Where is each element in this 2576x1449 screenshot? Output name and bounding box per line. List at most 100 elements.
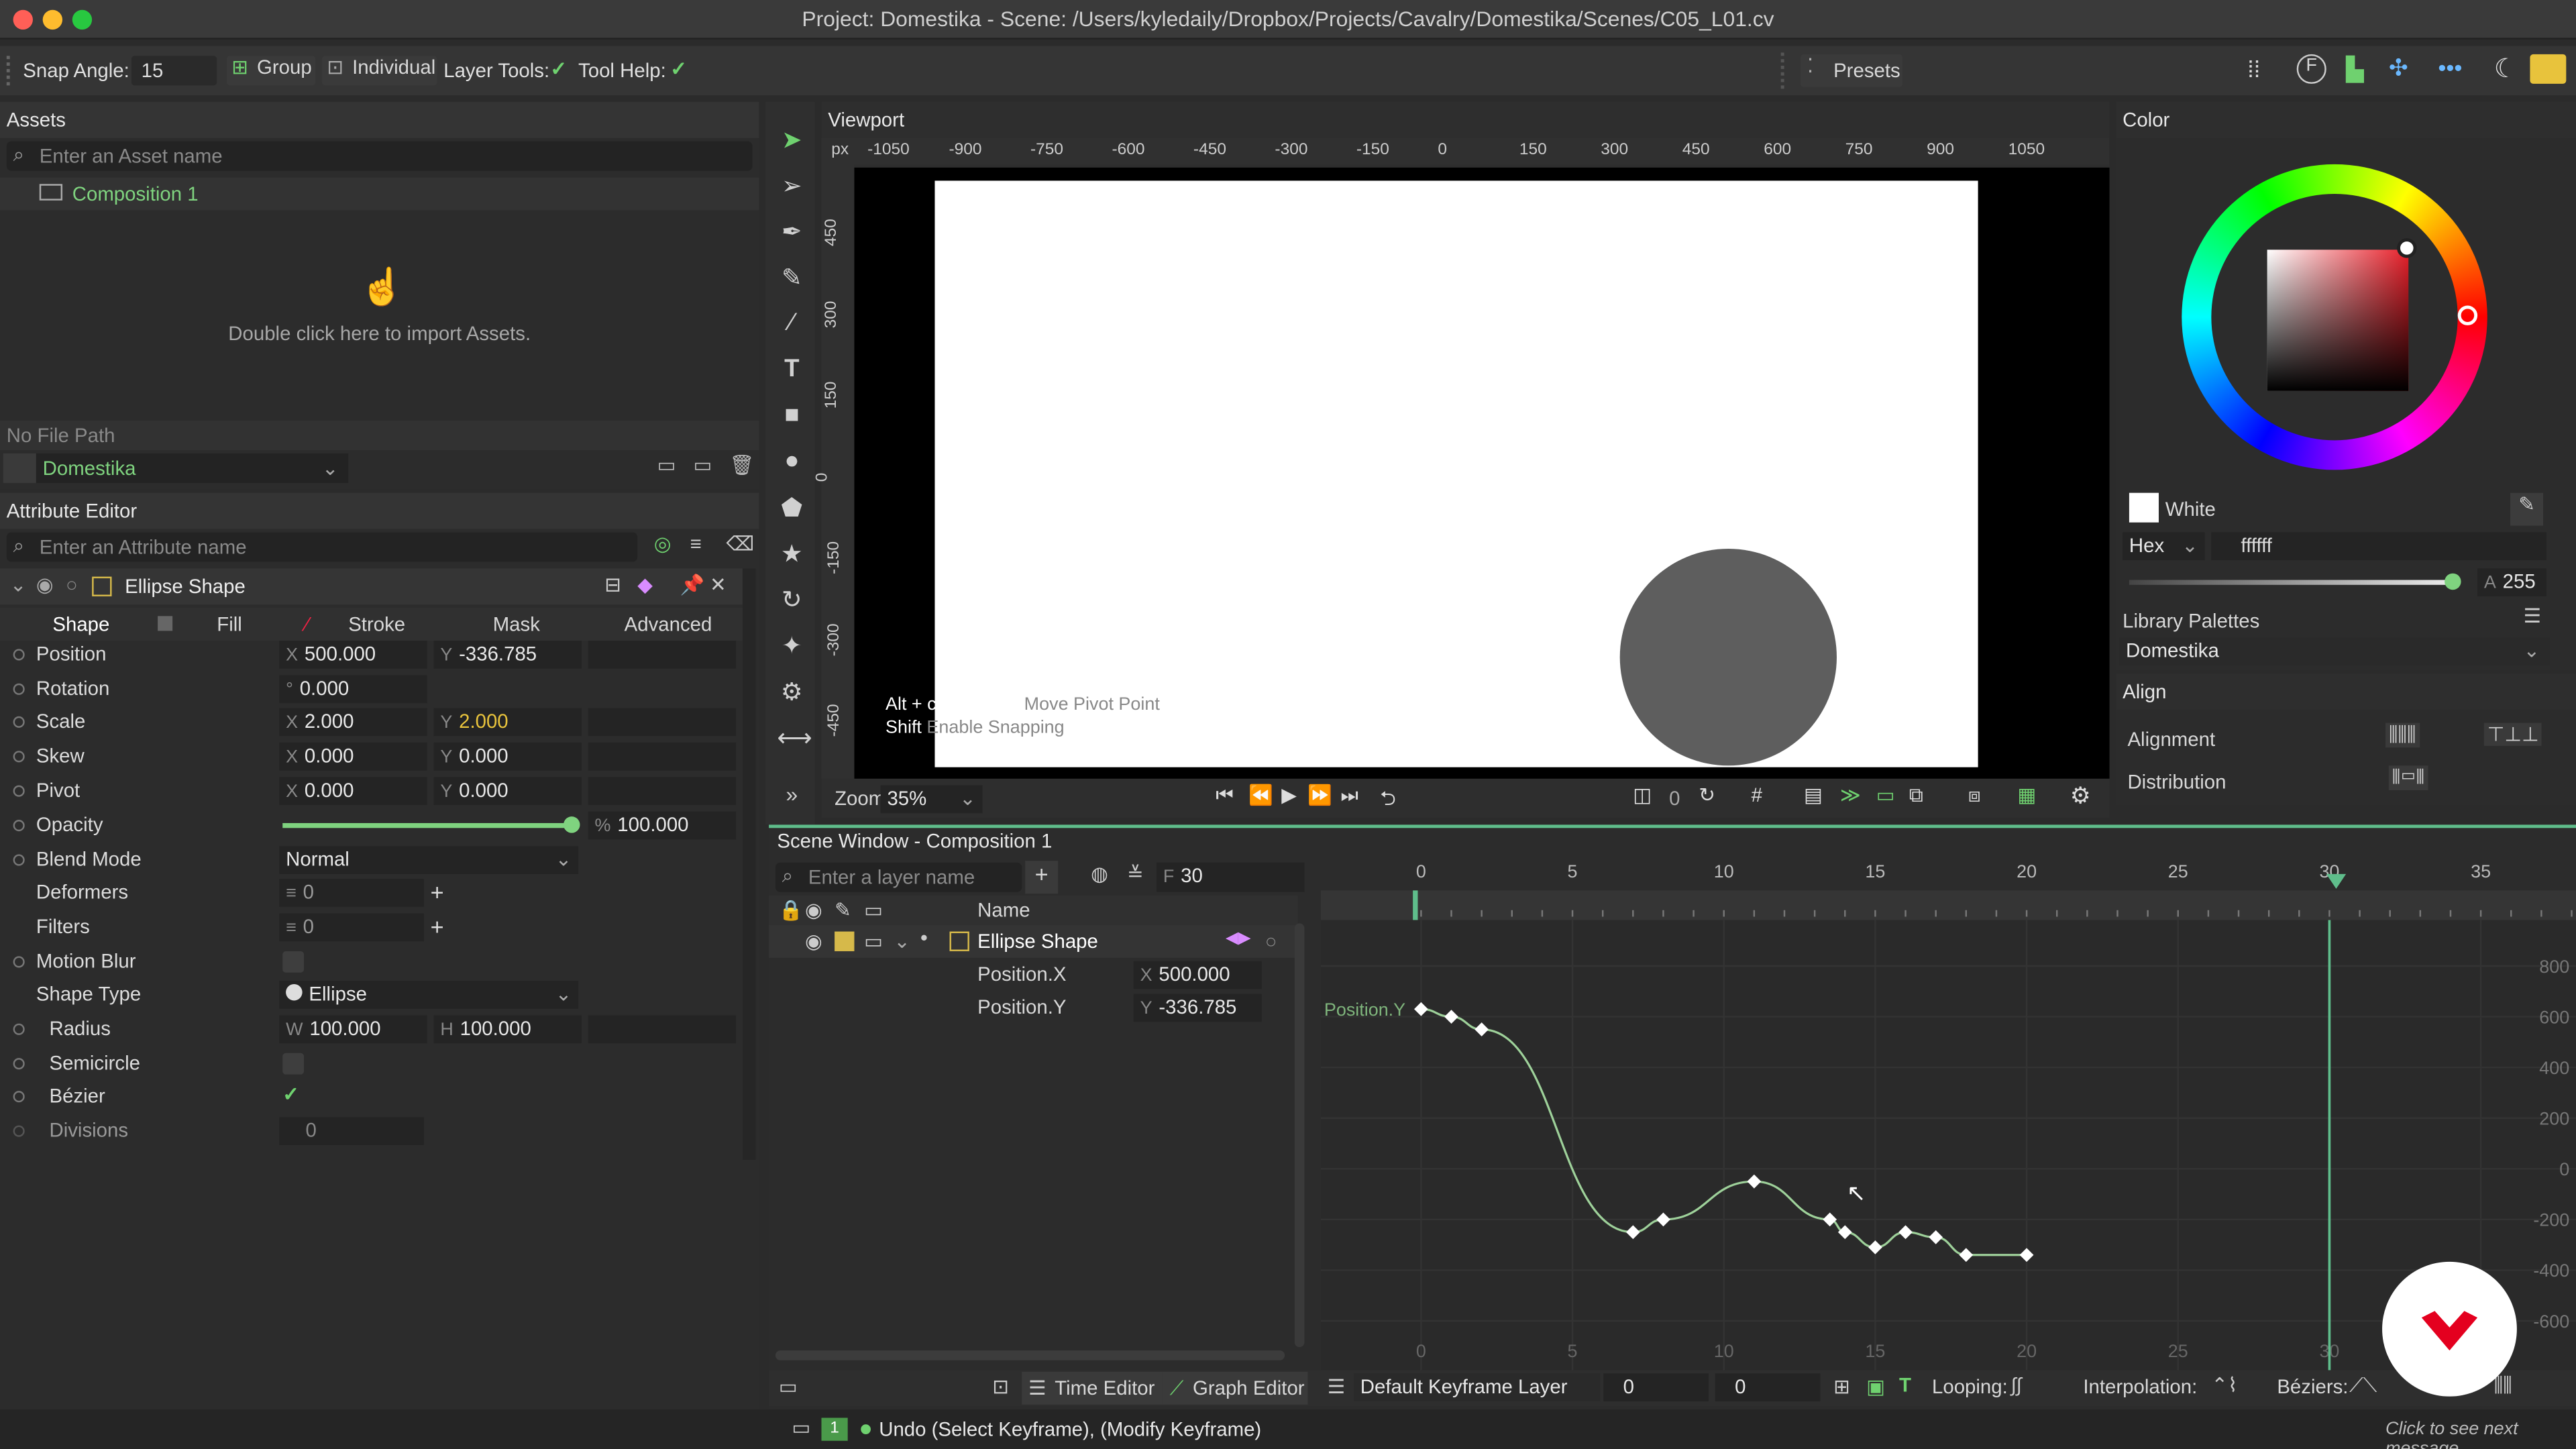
hex-input[interactable]: ffffff: [2211, 532, 2546, 561]
hue-handle[interactable]: [2457, 305, 2478, 325]
position-y-field[interactable]: Y -336.785: [1133, 994, 1262, 1022]
pen-icon[interactable]: ✎: [835, 899, 851, 922]
playhead-handle[interactable]: [2326, 873, 2347, 889]
deformers-field[interactable]: ≡ 0: [279, 879, 424, 907]
pivot-x-field[interactable]: X 0.000: [279, 777, 427, 806]
skew-y-field[interactable]: Y 0.000: [433, 742, 582, 771]
tab-fill[interactable]: Fill: [217, 612, 242, 635]
bezier-checkbox[interactable]: ✓: [282, 1083, 299, 1106]
animate-dot[interactable]: [13, 751, 25, 763]
alpha-slider-handle[interactable]: [2445, 573, 2461, 590]
folder-icon[interactable]: [3, 453, 36, 484]
next-message-link[interactable]: Click to see next message: [2385, 1419, 2576, 1449]
animate-dot[interactable]: [13, 1125, 25, 1137]
star-tool-icon[interactable]: ★: [777, 539, 806, 569]
eye-icon[interactable]: ◉: [805, 899, 822, 922]
filter-icon[interactable]: ◍: [1091, 863, 1108, 885]
refresh-icon[interactable]: ↻: [1699, 784, 1715, 806]
loop-icon[interactable]: ⮌: [1380, 784, 1396, 818]
layer-tools-checkbox[interactable]: ✓: [550, 58, 567, 80]
options-icon[interactable]: ⊟: [604, 574, 621, 596]
skew-x-field[interactable]: X 0.000: [279, 742, 427, 771]
play-icon[interactable]: ▶: [1281, 784, 1297, 806]
select-tool-icon[interactable]: ➤: [777, 125, 806, 155]
grid-dots-icon[interactable]: ⁞⁞: [2247, 56, 2260, 82]
checker-icon[interactable]: ▦: [2017, 784, 2036, 806]
guides-icon[interactable]: ▤: [1804, 784, 1823, 806]
layer-row-position-y[interactable]: Position.Y Y -336.785: [769, 991, 1298, 1024]
tab-stroke[interactable]: Stroke: [348, 612, 405, 635]
animate-dot[interactable]: [13, 1058, 25, 1070]
animate-dot[interactable]: [13, 1023, 25, 1035]
layer-row-ellipse[interactable]: ◉ ▭ ⌄ ● Ellipse Shape ◀▶ ○: [769, 924, 1298, 958]
text-keys-icon[interactable]: T: [1899, 1373, 1911, 1396]
keyframe-layer-icon[interactable]: ☰: [1328, 1375, 1345, 1398]
bounds-icon[interactable]: ⧈: [1968, 784, 1981, 808]
loop-curve-icon[interactable]: ∫∫: [2011, 1373, 2022, 1396]
align-left-icon[interactable]: ▙: [2346, 56, 2363, 84]
lock-keys-icon[interactable]: ▣: [1866, 1375, 1885, 1398]
onion-skin-icon[interactable]: ≫: [1840, 784, 1861, 806]
eyedropper-icon[interactable]: ✎: [2510, 492, 2544, 526]
library-select[interactable]: Domestika ⌄: [2119, 637, 2550, 665]
distribute-icon[interactable]: ✣: [2389, 54, 2408, 83]
interpolation-icon[interactable]: ⌃⌇: [2211, 1373, 2237, 1396]
align-horizontal-icon[interactable]: ⫼⫼⫼: [2385, 722, 2420, 748]
project-select[interactable]: Domestika ⌄: [36, 453, 349, 484]
attribute-search-input[interactable]: Enter an Attribute name: [6, 532, 638, 562]
new-composition-icon[interactable]: ▭: [693, 453, 712, 476]
chevron-down-icon[interactable]: ⌄: [894, 930, 910, 953]
tab-shape[interactable]: Shape: [52, 612, 109, 635]
eye-icon[interactable]: ◉: [36, 574, 54, 596]
solo-icon[interactable]: ○: [66, 574, 78, 596]
pivot-y-field[interactable]: Y 0.000: [433, 777, 582, 806]
keyframe-value-field[interactable]: 0: [1715, 1373, 1821, 1401]
time-editor-tab[interactable]: ☰ Time Editor: [1022, 1371, 1163, 1405]
solo-icon[interactable]: ○: [1265, 930, 1277, 953]
line-tool-icon[interactable]: ⁄: [777, 309, 806, 338]
polygon-tool-icon[interactable]: ⬟: [777, 493, 806, 523]
magnet-icon[interactable]: ⊞: [1833, 1375, 1850, 1398]
individual-button[interactable]: ⊡ Individual: [322, 56, 437, 86]
gear-tool-icon[interactable]: ⚙: [777, 677, 806, 706]
moon-icon[interactable]: ☾: [2494, 52, 2518, 85]
semicircle-checkbox[interactable]: [282, 1053, 305, 1075]
text-tool-icon[interactable]: T: [777, 355, 806, 384]
settings-gear-icon[interactable]: ⚙: [2070, 782, 2091, 810]
palette-menu-icon[interactable]: ☰: [2524, 604, 2541, 627]
sparkle-tool-icon[interactable]: ✦: [777, 631, 806, 661]
sort-icon[interactable]: ≚: [1127, 863, 1144, 885]
align-vertical-icon[interactable]: ⊤⊥⊥: [2483, 722, 2542, 746]
animate-dot[interactable]: [13, 716, 25, 728]
pin-icon[interactable]: 📌: [680, 574, 705, 596]
animate-dot[interactable]: [13, 854, 25, 866]
asset-search-input[interactable]: Enter an Asset name: [6, 141, 753, 171]
alpha-slider[interactable]: [2129, 580, 2455, 585]
grid-icon[interactable]: #: [1752, 784, 1762, 806]
radius-h-field[interactable]: H 100.000: [433, 1015, 582, 1044]
opacity-slider-handle[interactable]: [564, 816, 580, 833]
tag-icon[interactable]: ▭: [864, 930, 883, 953]
position-x-field[interactable]: X 500.000: [1133, 961, 1262, 989]
step-back-icon[interactable]: ⏪: [1248, 784, 1273, 806]
add-attribute-icon[interactable]: ≡: [690, 532, 702, 555]
keyframe-time-field[interactable]: 0: [1603, 1373, 1709, 1401]
lock-icon[interactable]: 🔒: [779, 899, 804, 922]
tab-advanced[interactable]: Advanced: [625, 612, 712, 635]
divisions-field[interactable]: 0: [279, 1117, 424, 1145]
alpha-input[interactable]: A 255: [2477, 568, 2546, 596]
collapse-icon[interactable]: ⌄: [10, 574, 27, 596]
animate-dot[interactable]: [13, 683, 25, 695]
ellipse-tool-icon[interactable]: ●: [777, 447, 806, 476]
animate-dot[interactable]: [13, 785, 25, 797]
rectangle-tool-icon[interactable]: ■: [777, 401, 806, 431]
resize-tool-icon[interactable]: ⟷: [777, 723, 812, 753]
layer-color-swatch[interactable]: [835, 931, 855, 951]
animate-dot[interactable]: [13, 820, 25, 832]
shape-type-select[interactable]: Ellipse ⌄: [279, 981, 579, 1009]
expand-tools-icon[interactable]: »: [777, 782, 806, 812]
tag-icon[interactable]: ▭: [779, 1375, 798, 1398]
saturation-square[interactable]: [2267, 250, 2409, 391]
frame-range-icon[interactable]: ⊡: [992, 1375, 1009, 1398]
opacity-field[interactable]: % 100.000: [588, 811, 737, 840]
